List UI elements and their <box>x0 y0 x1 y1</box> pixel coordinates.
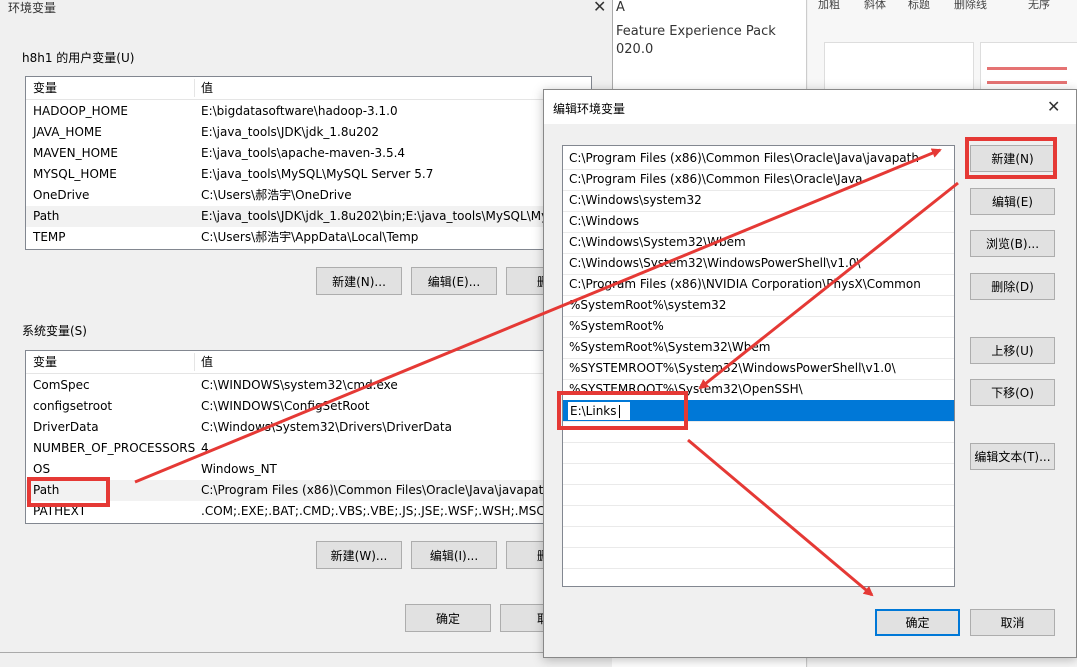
arrow-entry-to-ok <box>687 438 874 597</box>
arrow-path-to-new <box>134 148 942 484</box>
annotation-arrows <box>134 148 959 597</box>
arrow-new-to-entry <box>698 181 959 390</box>
